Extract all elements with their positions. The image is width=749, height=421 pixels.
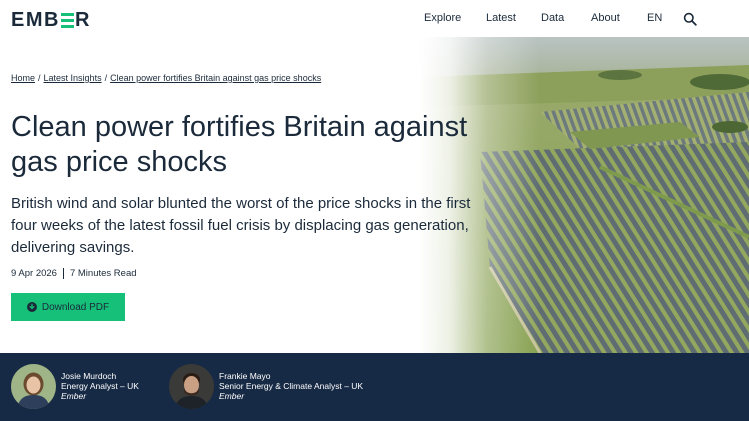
author-org: Ember <box>219 391 245 401</box>
breadcrumb-separator: / <box>38 73 41 83</box>
download-pdf-button[interactable]: Download PDF <box>11 293 125 321</box>
author-name: Frankie Mayo <box>219 371 271 381</box>
breadcrumb-current[interactable]: Clean power fortifies Britain against ga… <box>110 73 321 83</box>
site-header: EMB R Explore Latest Data About EN <box>0 0 749 37</box>
nav-explore[interactable]: Explore <box>424 12 461 24</box>
ember-logo[interactable]: EMB R <box>11 9 91 32</box>
author-org: Ember <box>61 391 87 401</box>
breadcrumb: Home / Latest Insights / Clean power fortifi… <box>11 73 321 83</box>
author-role: Senior Energy & Climate Analyst – UK <box>219 381 364 391</box>
read-time: 7 Minutes Read <box>69 268 137 279</box>
author-info: Josie Murdoch Energy Analyst – UK Ember <box>61 371 139 401</box>
download-icon <box>26 302 37 312</box>
download-pdf-label: Download PDF <box>41 301 110 313</box>
breadcrumb-latest-insights[interactable]: Latest Insights <box>44 73 102 83</box>
nav-data[interactable]: Data <box>541 12 564 24</box>
article-meta: 9 Apr 2026 7 Minutes Read <box>11 268 137 279</box>
page-title: Clean power fortifies Britain against ga… <box>11 111 468 178</box>
breadcrumb-home[interactable]: Home <box>11 73 35 83</box>
search-icon[interactable] <box>683 12 697 26</box>
nav-language[interactable]: EN <box>647 12 662 24</box>
author-card[interactable]: Frankie Mayo Senior Energy & Climate Ana… <box>169 363 363 409</box>
nav-about[interactable]: About <box>591 12 620 24</box>
publish-date: 9 Apr 2026 <box>11 268 57 279</box>
author-role: Energy Analyst – UK <box>61 381 139 391</box>
meta-divider <box>62 268 64 279</box>
breadcrumb-separator: / <box>104 73 108 83</box>
avatar <box>11 363 56 409</box>
author-info: Frankie Mayo Senior Energy & Climate Ana… <box>219 371 363 401</box>
nav-latest[interactable]: Latest <box>486 12 516 24</box>
author-name: Josie Murdoch <box>61 371 117 381</box>
authors-band: Josie Murdoch Energy Analyst – UK Ember … <box>0 353 749 421</box>
author-card[interactable]: Josie Murdoch Energy Analyst – UK Ember <box>11 363 139 409</box>
article-subtitle: British wind and solar blunted the worst… <box>11 195 471 256</box>
logo-e-mark <box>60 13 74 28</box>
avatar <box>169 363 214 409</box>
